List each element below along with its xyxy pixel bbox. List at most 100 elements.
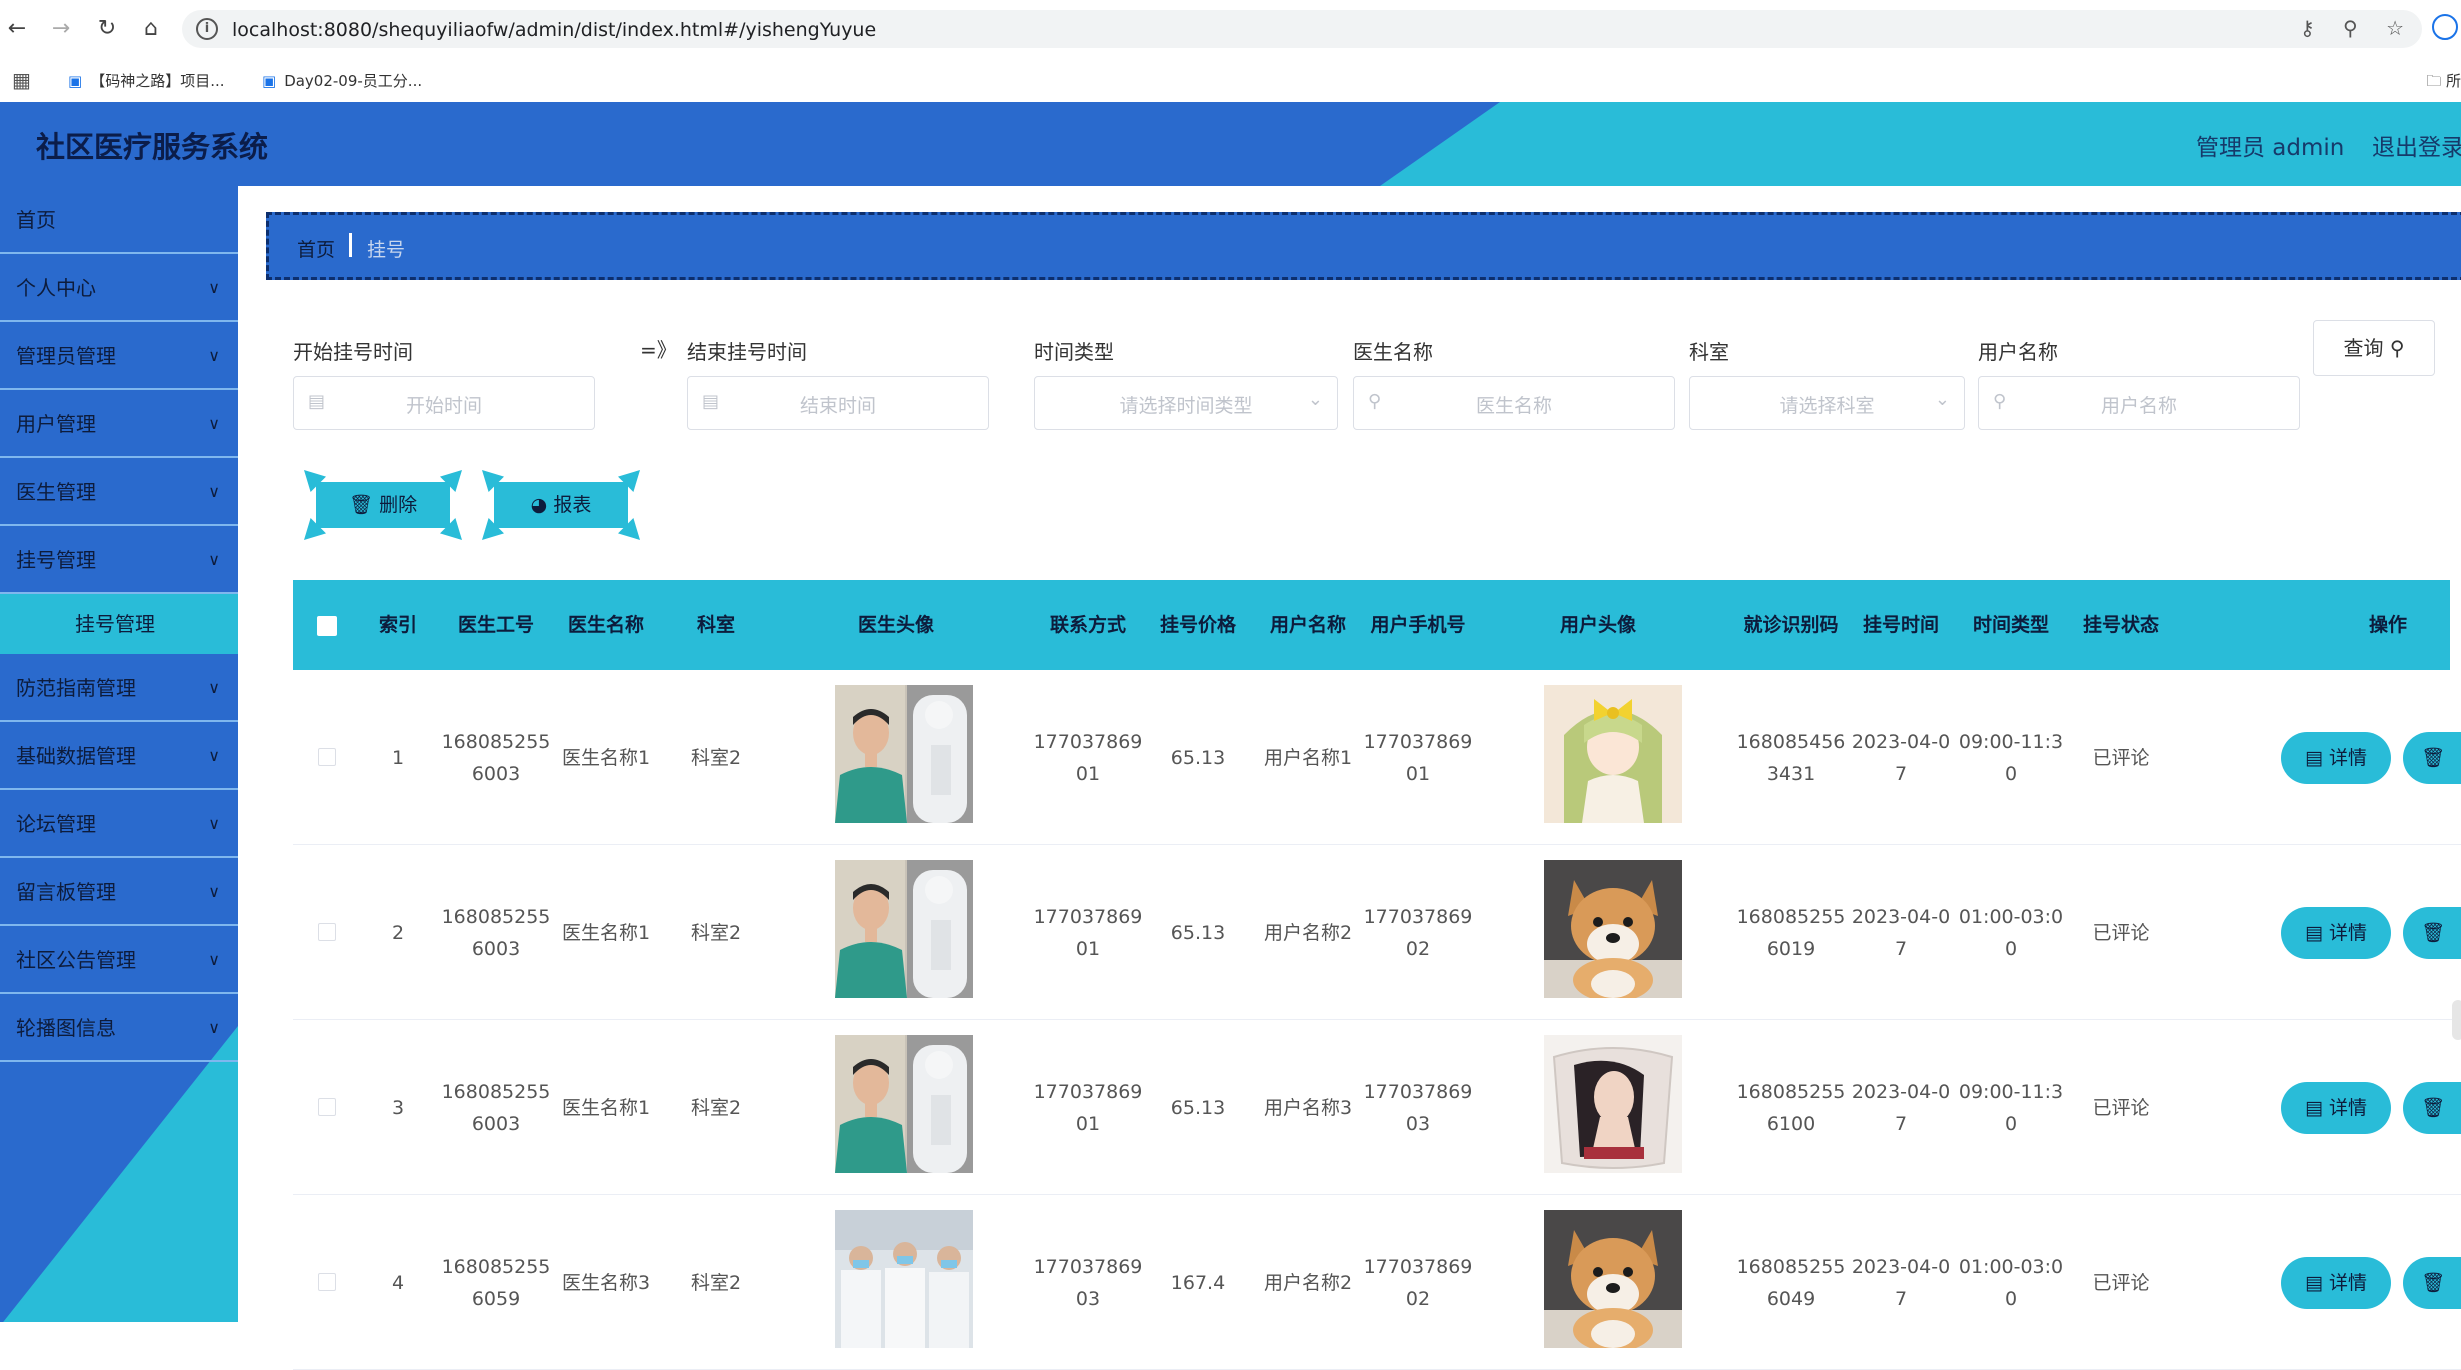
breadcrumb-home[interactable]: 首页 — [297, 235, 335, 262]
end-time-input[interactable]: ▤ 结束时间 — [687, 376, 989, 430]
doctor-name-input[interactable]: ⚲ 医生名称 — [1353, 376, 1675, 430]
cell-price-text: 167.4 — [1170, 1271, 1226, 1294]
sidebar-decoration — [0, 1026, 238, 1322]
cell-visit-code: 1680854563431 — [1736, 670, 1846, 845]
col-doctor-id: 医生工号 — [457, 614, 534, 636]
sidebar-item-basic-data[interactable]: 基础数据管理 ∨ — [0, 722, 238, 790]
sidebar-item-doctors[interactable]: 医生管理 ∨ — [0, 458, 238, 526]
col-doctor-name: 医生名称 — [567, 614, 644, 636]
cell-visit-code: 1680852556100 — [1736, 1020, 1846, 1195]
row-delete-button[interactable]: 🗑 — [2403, 1082, 2461, 1134]
cell-contact-text: 17703786901 — [1033, 905, 1143, 960]
sidebar-item-registrations[interactable]: 挂号管理 ∨ — [0, 526, 238, 594]
chevron-down-icon: ∨ — [208, 482, 220, 501]
cell-time-type-text: 01:00-03:00 — [1958, 1255, 2064, 1310]
bookmark-item[interactable]: ▣ Day02-09-员工分... — [262, 70, 422, 91]
select-all-checkbox[interactable] — [317, 616, 337, 636]
cell-doctor-name: 医生名称1 — [551, 1020, 661, 1195]
all-bookmarks[interactable]: 🗀 所 — [2426, 70, 2461, 96]
profile-icon[interactable] — [2432, 14, 2458, 40]
row-checkbox[interactable] — [318, 748, 336, 766]
chevron-down-icon: ∨ — [208, 550, 220, 569]
table-row: 2 1680852556003 医生名称1 科室2 17703786901 65.13 用户… — [293, 845, 2461, 1020]
doctor-avatar — [835, 1210, 973, 1348]
chevron-down-icon: ∨ — [208, 1018, 220, 1037]
dept-select[interactable]: 请选择科室 ⌄ — [1689, 376, 1965, 430]
sidebar-item-label: 轮播图信息 — [16, 1016, 116, 1040]
row-delete-button[interactable]: 🗑 — [2403, 907, 2461, 959]
url-text[interactable]: localhost:8080/shequyiliaofw/admin/dist/… — [232, 19, 876, 41]
trash-icon: 🗑 — [2420, 1097, 2446, 1119]
chevron-down-icon: ∨ — [208, 678, 220, 697]
row-delete-button[interactable]: 🗑 — [2403, 1257, 2461, 1309]
cell-reg-time-text: 2023-04-07 — [1851, 1080, 1951, 1135]
detail-button[interactable]: ▤ 详情 — [2281, 907, 2391, 959]
row-delete-button[interactable]: 🗑 — [2403, 732, 2461, 784]
sidebar-item-message-board[interactable]: 留言板管理 ∨ — [0, 858, 238, 926]
cell-user-name-text: 用户名称1 — [1263, 746, 1353, 769]
cell-reg-time-text: 2023-04-07 — [1851, 730, 1951, 785]
report-button[interactable]: ◕ 报表 — [478, 470, 644, 540]
app-title: 社区医疗服务系统 — [36, 130, 269, 164]
cell-visit-code: 1680852556049 — [1736, 1195, 1846, 1370]
sidebar-item-users[interactable]: 用户管理 ∨ — [0, 390, 238, 458]
address-bar[interactable]: i localhost:8080/shequyiliaofw/admin/dis… — [182, 10, 2422, 48]
back-icon[interactable]: ← — [2, 14, 32, 44]
sidebar-item-prevention[interactable]: 防范指南管理 ∨ — [0, 654, 238, 722]
sidebar-item-notices[interactable]: 社区公告管理 ∨ — [0, 926, 238, 994]
sidebar-item-forum[interactable]: 论坛管理 ∨ — [0, 790, 238, 858]
col-index: 索引 — [378, 614, 417, 636]
cell-doctor-id: 1680852556003 — [441, 1020, 551, 1195]
table-header: 索引 医生工号 医生名称 科室 医生头像 联系方式 挂号价格 用户名称 用户手机… — [293, 580, 2450, 670]
sidebar-item-label: 首页 — [16, 208, 56, 232]
cell-dept-text: 科室2 — [690, 1271, 742, 1294]
sidebar-item-label: 医生管理 — [16, 480, 96, 504]
cell-contact-text: 17703786901 — [1033, 730, 1143, 785]
cell-reg-time: 2023-04-07 — [1846, 1020, 1956, 1195]
key-icon[interactable]: ⚷ — [2300, 16, 2315, 40]
site-info-icon[interactable]: i — [196, 18, 218, 40]
user-name-input[interactable]: ⚲ 用户名称 — [1978, 376, 2300, 430]
cell-reg-time: 2023-04-07 — [1846, 1195, 1956, 1370]
cell-time-type: 01:00-03:00 — [1956, 1195, 2066, 1370]
sidebar-item-admins[interactable]: 管理员管理 ∨ — [0, 322, 238, 390]
bookmark-item[interactable]: ▣ 【码神之路】项目... — [68, 70, 225, 91]
query-button[interactable]: 查询 ⚲ — [2313, 320, 2435, 376]
cell-contact: 17703786901 — [1033, 670, 1143, 845]
document-icon: ▤ — [2304, 1097, 2329, 1119]
submenu-item-registration-management[interactable]: 挂号管理 — [0, 594, 238, 654]
document-icon: ▤ — [2304, 1272, 2329, 1294]
sidebar-item-profile[interactable]: 个人中心 ∨ — [0, 254, 238, 322]
cell-doctor-name: 医生名称1 — [551, 670, 661, 845]
sidebar-item-home[interactable]: 首页 — [0, 186, 238, 254]
delete-button[interactable]: 🗑 删除 — [300, 470, 466, 540]
cell-reg-time-text: 2023-04-07 — [1851, 905, 1951, 960]
reload-icon[interactable]: ↻ — [92, 14, 122, 44]
cell-price: 65.13 — [1143, 845, 1253, 1020]
detail-button[interactable]: ▤ 详情 — [2281, 1257, 2391, 1309]
trash-icon: 🗑 — [348, 494, 374, 516]
chevron-down-icon: ∨ — [208, 814, 220, 833]
home-icon[interactable]: ⌂ — [136, 14, 166, 44]
logout-link[interactable]: 退出登录 — [2372, 128, 2461, 162]
row-checkbox[interactable] — [318, 923, 336, 941]
forward-icon[interactable]: → — [46, 14, 76, 44]
row-checkbox[interactable] — [318, 1098, 336, 1116]
end-time-label: 结束挂号时间 — [687, 340, 807, 364]
zoom-icon[interactable]: ⚲ — [2343, 16, 2358, 40]
cell-price: 167.4 — [1143, 1195, 1253, 1370]
detail-button[interactable]: ▤ 详情 — [2281, 1082, 2391, 1134]
cell-contact: 17703786903 — [1033, 1195, 1143, 1370]
star-icon[interactable]: ☆ — [2386, 16, 2404, 40]
cell-dept-text: 科室2 — [690, 746, 742, 769]
start-time-input[interactable]: ▤ 开始时间 — [293, 376, 595, 430]
cell-time-type-text: 09:00-11:30 — [1958, 1080, 2064, 1135]
document-icon: ▤ — [2304, 747, 2329, 769]
sidebar-item-carousel[interactable]: 轮播图信息 ∨ — [0, 994, 238, 1062]
time-type-select[interactable]: 请选择时间类型 ⌄ — [1034, 376, 1338, 430]
apps-grid-icon[interactable]: ▦ — [12, 68, 31, 92]
detail-button[interactable]: ▤ 详情 — [2281, 732, 2391, 784]
scrollbar-thumb[interactable] — [2452, 1000, 2461, 1040]
sidebar-item-label: 挂号管理 — [16, 548, 96, 572]
row-checkbox[interactable] — [318, 1273, 336, 1291]
